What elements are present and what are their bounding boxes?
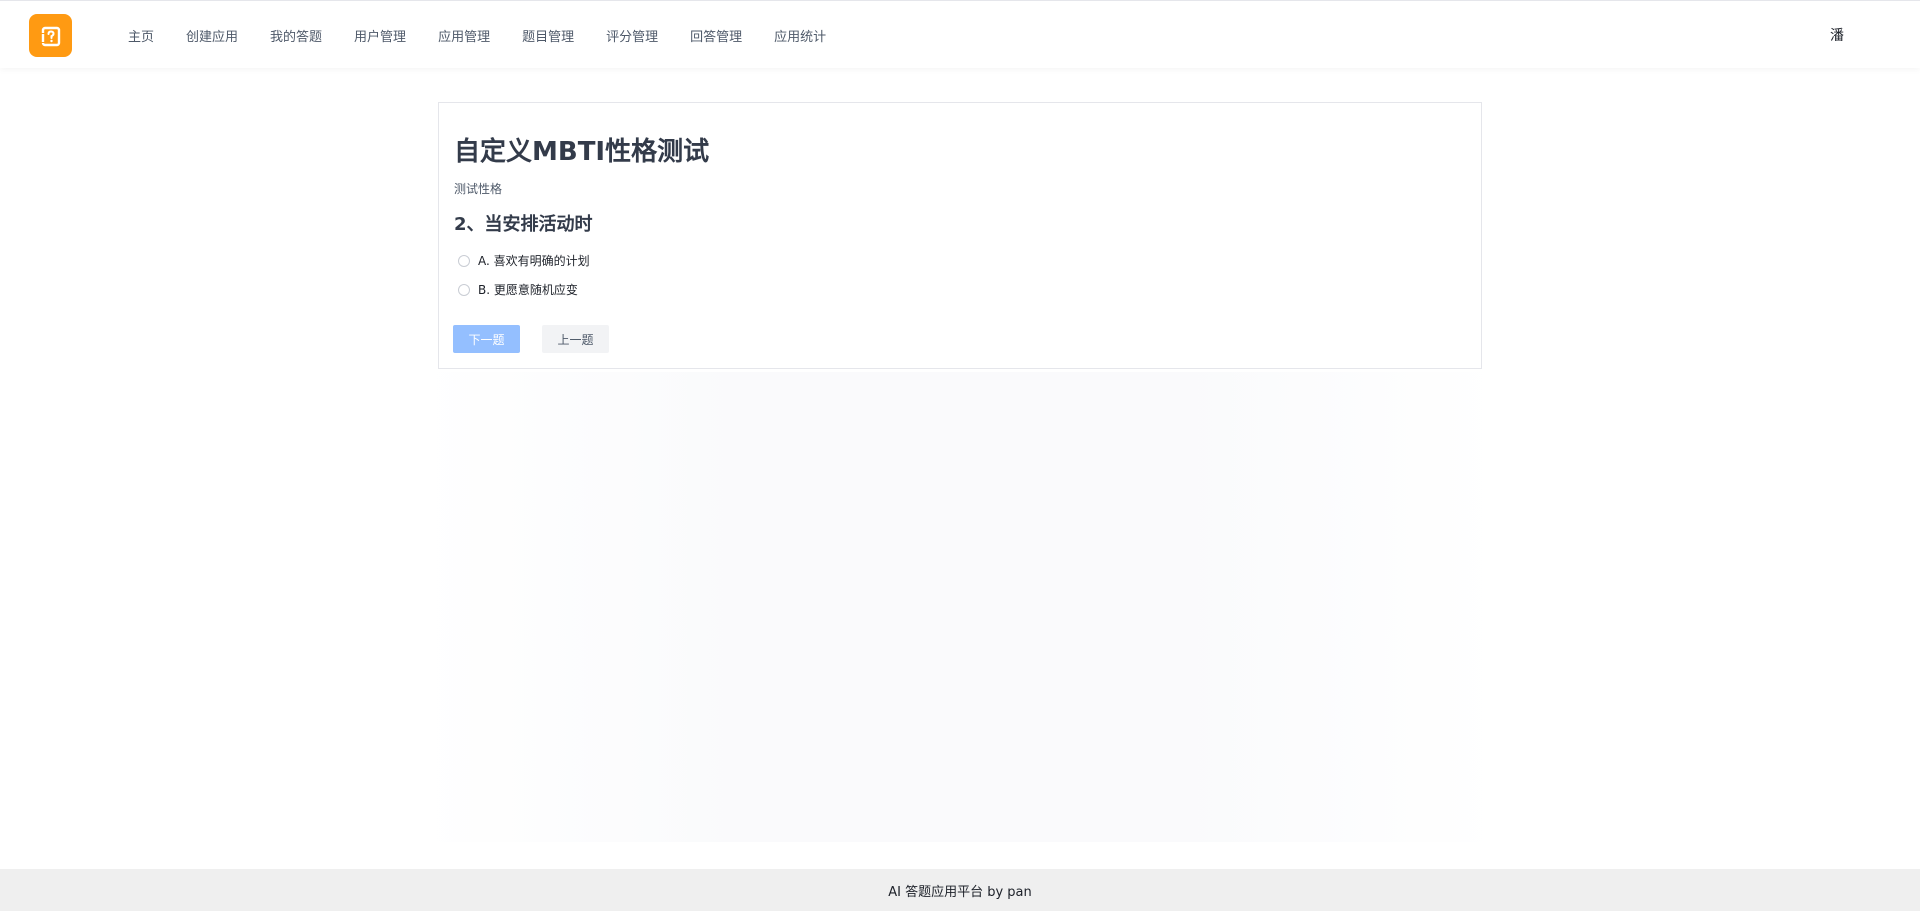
option-b-label: B. 更愿意随机应变 <box>478 283 578 297</box>
nav-item-question-management[interactable]: 题目管理 <box>514 24 582 47</box>
radio-b[interactable] <box>458 283 470 296</box>
previous-question-button[interactable]: 上一题 <box>542 325 609 353</box>
question-square-icon <box>40 26 60 46</box>
app-logo[interactable] <box>29 14 72 57</box>
background-watermark <box>420 372 1500 842</box>
nav-item-app-management[interactable]: 应用管理 <box>430 24 498 47</box>
quiz-description: 测试性格 <box>454 182 503 196</box>
next-question-button[interactable]: 下一题 <box>453 325 520 353</box>
quiz-card: 自定义MBTI性格测试 测试性格 2、当安排活动时 A. 喜欢有明确的计划 B.… <box>438 102 1482 369</box>
nav-item-my-answers[interactable]: 我的答题 <box>262 24 330 47</box>
nav-item-scoring-management[interactable]: 评分管理 <box>598 24 666 47</box>
quiz-title: 自定义MBTI性格测试 <box>454 137 710 167</box>
user-name[interactable]: 潘 <box>1830 25 1844 45</box>
nav-item-app-statistics[interactable]: 应用统计 <box>766 24 834 47</box>
main-menu: 主页 创建应用 我的答题 用户管理 应用管理 题目管理 评分管理 回答管理 应用… <box>112 23 842 47</box>
footer-text: AI 答题应用平台 by pan <box>888 884 1032 900</box>
top-navbar: 主页 创建应用 我的答题 用户管理 应用管理 题目管理 评分管理 回答管理 应用… <box>0 0 1920 68</box>
answer-options: A. 喜欢有明确的计划 B. 更愿意随机应变 <box>458 250 590 308</box>
radio-a[interactable] <box>458 254 470 267</box>
nav-item-user-management[interactable]: 用户管理 <box>346 24 414 47</box>
option-a[interactable]: A. 喜欢有明确的计划 <box>458 250 590 271</box>
footer: AI 答题应用平台 by pan <box>0 869 1920 911</box>
nav-item-home[interactable]: 主页 <box>120 24 162 47</box>
option-a-label: A. 喜欢有明确的计划 <box>478 254 590 268</box>
nav-item-create-app[interactable]: 创建应用 <box>178 24 246 47</box>
question-text: 2、当安排活动时 <box>454 214 593 235</box>
option-b[interactable]: B. 更愿意随机应变 <box>458 279 590 300</box>
nav-item-answer-management[interactable]: 回答管理 <box>682 24 750 47</box>
